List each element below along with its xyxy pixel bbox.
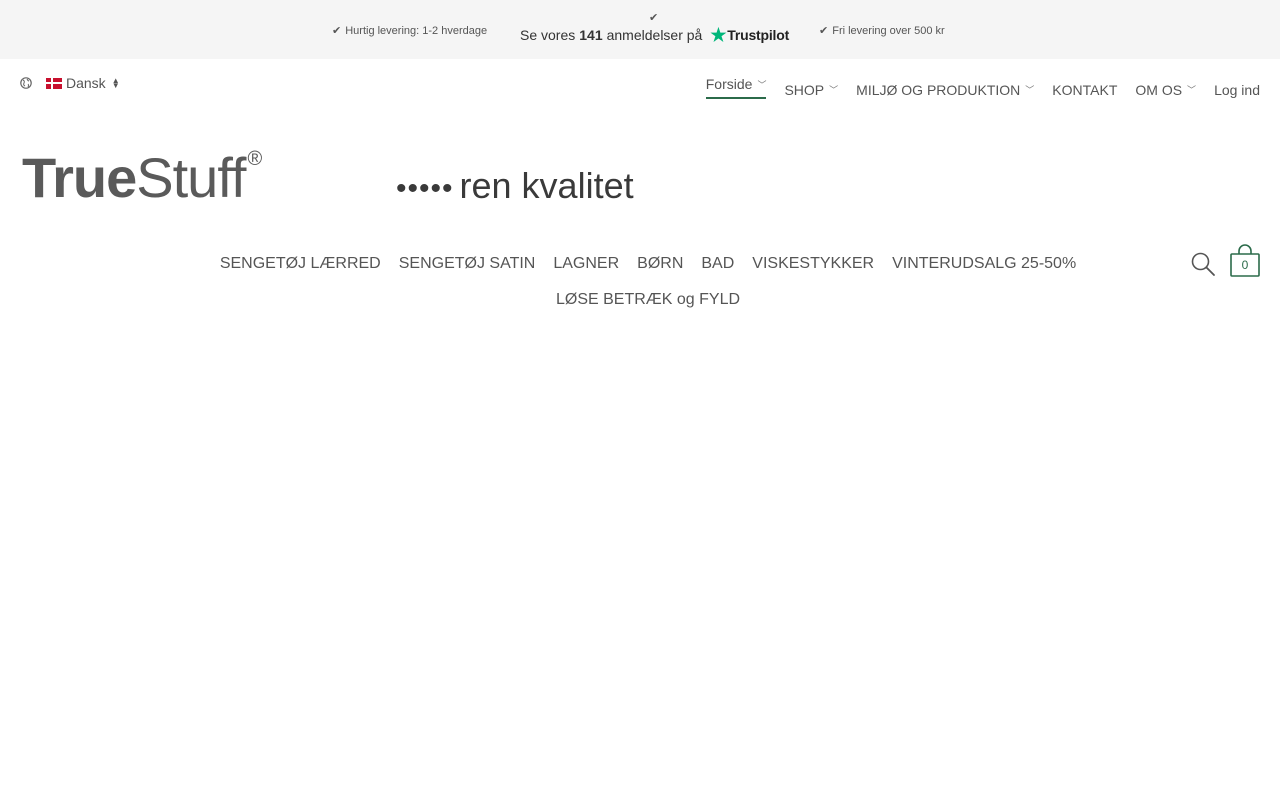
tagline: ••••• ren kvalitet <box>396 165 634 207</box>
topnav-label: MILJØ OG PRODUKTION <box>856 81 1021 98</box>
search-icon[interactable] <box>1190 251 1216 277</box>
language-selector[interactable]: Dansk ▲ ▼ <box>20 75 120 91</box>
trustpilot-review-count: 141 <box>579 27 603 43</box>
trustpilot-star-icon: ★ <box>710 25 727 45</box>
site-logo[interactable]: True Stuff ® <box>22 146 263 209</box>
topnav-label: SHOP <box>784 81 825 98</box>
category-sengetoj-laerred[interactable]: SENGETØJ LÆRRED <box>211 255 390 273</box>
top-navigation: Forside ﹀ SHOP ﹀ MILJØ OG PRODUKTION ﹀ K… <box>705 76 1260 99</box>
chevron-down-icon: ﹀ <box>1025 85 1035 95</box>
topnav-item-kontakt[interactable]: KONTAKT <box>1052 82 1117 98</box>
checkmark-icon: ✔ <box>332 25 342 37</box>
usp-free-delivery-text: Fri levering over 500 kr <box>832 24 945 37</box>
usp-free-delivery: ✔ Fri levering over 500 kr <box>819 24 945 38</box>
category-navigation: SENGETØJ LÆRRED SENGETØJ SATIN LAGNER BØ… <box>200 255 1096 309</box>
topnav-label: KONTAKT <box>1052 81 1118 98</box>
cart-count: 0 <box>1241 258 1249 272</box>
trustpilot-logo: ★ Trustpilot <box>710 26 789 44</box>
tagline-dots: ••••• <box>396 172 454 205</box>
chevron-down-icon: ﹀ <box>757 79 767 90</box>
topnav-item-om-os[interactable]: OM OS ﹀ <box>1135 82 1196 98</box>
category-bad[interactable]: BAD <box>692 255 743 273</box>
usp-fast-delivery: ✔ Hurtig levering: 1-2 hverdage <box>332 24 488 38</box>
topnav-label: Forside <box>705 76 753 92</box>
logo-registered-mark: ® <box>247 148 263 170</box>
usp-fast-delivery-text: Hurtig levering: 1-2 hverdage <box>345 24 488 37</box>
logo-true: True <box>22 146 137 209</box>
category-sengetoj-satin[interactable]: SENGETØJ SATIN <box>390 255 545 273</box>
logo-stuff: Stuff <box>136 146 246 209</box>
tagline-text: ren kvalitet <box>459 165 634 206</box>
globe-icon <box>20 77 32 89</box>
trustpilot-widget[interactable]: Se vores 141 anmeldelser på ★ Trustpilot <box>520 26 789 44</box>
category-viskestykker[interactable]: VISKESTYKKER <box>743 255 883 273</box>
top-bar: ✔ Hurtig levering: 1-2 hverdage ✔ Se vor… <box>0 0 1280 59</box>
category-lose-betraek[interactable]: LØSE BETRÆK og FYLD <box>547 291 749 309</box>
trustpilot-prefix: Se vores <box>520 27 576 43</box>
checkmark-icon: ✔ <box>649 12 659 24</box>
topnav-label: Log ind <box>1214 81 1260 98</box>
trustpilot-brand: Trustpilot <box>727 27 790 43</box>
checkmark-icon: ✔ <box>819 25 829 37</box>
trustpilot-suffix: anmeldelser på <box>606 27 703 43</box>
topnav-label: OM OS <box>1135 81 1183 98</box>
select-arrows-icon: ▲ ▼ <box>111 76 120 90</box>
chevron-down-icon: ﹀ <box>1187 85 1197 95</box>
category-vinterudsalg[interactable]: VINTERUDSALG 25-50% <box>883 255 1085 273</box>
category-lagner[interactable]: LAGNER <box>544 255 628 273</box>
cart-button[interactable]: 0 <box>1229 244 1261 278</box>
category-born[interactable]: BØRN <box>628 255 692 273</box>
topnav-item-miljo[interactable]: MILJØ OG PRODUKTION ﹀ <box>856 82 1034 98</box>
login-link[interactable]: Log ind <box>1214 82 1260 98</box>
chevron-down-icon: ﹀ <box>829 85 839 95</box>
topnav-item-forside[interactable]: Forside ﹀ <box>705 76 767 99</box>
language-label: Dansk <box>66 75 106 91</box>
danish-flag-icon <box>46 77 62 89</box>
topnav-item-shop[interactable]: SHOP ﹀ <box>784 82 838 98</box>
